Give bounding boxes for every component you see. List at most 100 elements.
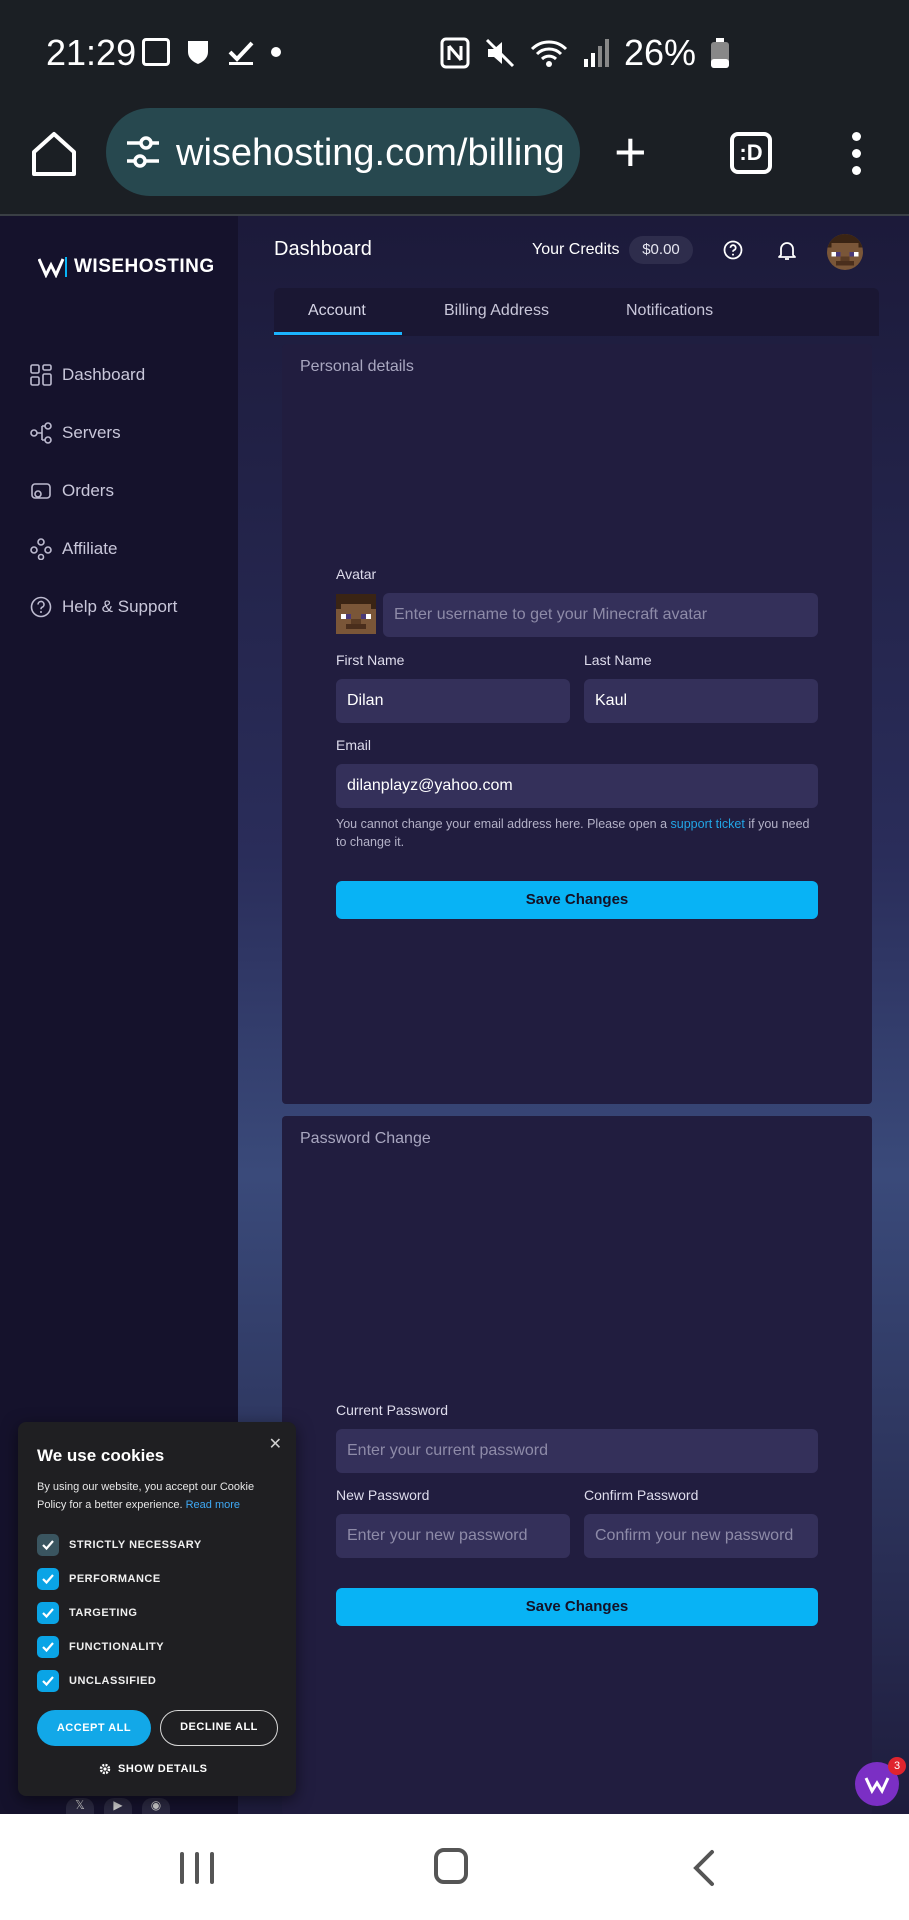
new-password-label: New Password: [336, 1487, 430, 1503]
mute-icon: [485, 38, 515, 68]
back-icon[interactable]: [690, 1848, 720, 1888]
status-bar: 21:29 26%: [0, 0, 909, 106]
recent-apps-button[interactable]: [180, 1852, 214, 1884]
browser-toolbar: wisehosting.com/billing + :D: [0, 106, 909, 216]
wisehosting-logo-icon: [38, 257, 67, 278]
signal-icon: [584, 39, 609, 67]
sidebar-item-dashboard[interactable]: Dashboard: [30, 364, 145, 386]
support-ticket-link[interactable]: support ticket: [671, 817, 745, 831]
tab-notifications[interactable]: Notifications: [626, 302, 713, 320]
dot-icon: [271, 47, 281, 57]
sidebar-item-label: Help & Support: [62, 597, 178, 616]
battery-icon: [711, 38, 730, 68]
social-links: 𝕏 ▶ ◉: [66, 1798, 170, 1814]
sidebar-item-help-support[interactable]: Help & Support: [30, 596, 177, 618]
new-password-input[interactable]: Enter your new password: [336, 1514, 570, 1558]
page-title: Dashboard: [274, 238, 372, 260]
save-personal-button[interactable]: Save Changes: [336, 881, 818, 919]
tab-account[interactable]: Account: [308, 302, 366, 320]
address-bar[interactable]: wisehosting.com/billing: [106, 108, 580, 196]
confirm-password-label: Confirm Password: [584, 1487, 699, 1503]
email-help-text: You cannot change your email address her…: [336, 815, 816, 851]
avatar-label: Avatar: [336, 566, 377, 582]
battery-percent: 26%: [624, 32, 697, 73]
first-name-input[interactable]: Dilan: [336, 679, 570, 723]
dashboard-icon: [30, 364, 52, 386]
minecraft-avatar-icon: [336, 594, 376, 634]
show-details-button[interactable]: SHOW DETAILS: [98, 1762, 208, 1776]
site-settings-icon[interactable]: [124, 134, 162, 170]
user-avatar[interactable]: [827, 234, 863, 270]
accept-all-button[interactable]: ACCEPT ALL: [37, 1710, 151, 1746]
sidebar-item-label: Affiliate: [62, 539, 118, 558]
home-button[interactable]: [434, 1848, 468, 1884]
orders-icon: [31, 483, 51, 499]
read-more-link[interactable]: Read more: [186, 1499, 240, 1511]
help-circle-icon[interactable]: [723, 240, 743, 260]
close-icon[interactable]: ✕: [269, 1434, 282, 1454]
cookie-option-performance[interactable]: PERFORMANCE: [37, 1568, 161, 1590]
wifi-icon: [530, 40, 568, 67]
checkbox-checked-icon[interactable]: [37, 1602, 59, 1624]
url-text: wisehosting.com/billing: [176, 132, 565, 174]
personal-details-card: Personal details Avatar Enter username t…: [282, 344, 872, 1104]
gear-icon: [99, 1763, 111, 1775]
minecraft-avatar-icon: [827, 234, 863, 270]
show-details-label: SHOW DETAILS: [118, 1763, 208, 1775]
cookie-option-strictly-necessary[interactable]: STRICTLY NECESSARY: [37, 1534, 202, 1556]
cookie-option-label: PERFORMANCE: [69, 1573, 161, 1585]
email-label: Email: [336, 737, 372, 753]
save-password-button[interactable]: Save Changes: [336, 1588, 818, 1626]
sidebar-item-label: Dashboard: [62, 365, 146, 384]
confirm-password-input[interactable]: Confirm your new password: [584, 1514, 818, 1558]
logo-text: WISEHOSTING: [74, 256, 215, 277]
decline-all-button[interactable]: DECLINE ALL: [160, 1710, 278, 1746]
last-name-input[interactable]: Kaul: [584, 679, 818, 723]
personal-details-title: Personal details: [300, 358, 414, 375]
sidebar-item-affiliate[interactable]: Affiliate: [30, 538, 117, 560]
wisehosting-logo[interactable]: WISEHOSTING: [38, 256, 215, 278]
sidebar-item-orders[interactable]: Orders: [30, 480, 114, 502]
status-time: 21:29: [46, 32, 137, 73]
email-help-text-start: You cannot change your email address her…: [336, 817, 668, 831]
notification-icons: [142, 38, 282, 66]
home-icon[interactable]: [28, 128, 80, 180]
sidebar-item-label: Servers: [62, 423, 121, 442]
last-name-label: Last Name: [584, 652, 652, 668]
credits-badge[interactable]: $0.00: [629, 236, 693, 264]
minecraft-username-input[interactable]: Enter username to get your Minecraft ava…: [383, 593, 818, 637]
bell-icon[interactable]: [776, 239, 798, 261]
youtube-icon[interactable]: ▶: [104, 1798, 132, 1814]
new-tab-button[interactable]: +: [614, 124, 647, 180]
nfc-icon: [440, 37, 470, 69]
cookie-option-label: STRICTLY NECESSARY: [69, 1539, 202, 1551]
cookie-description: By using our website, you accept our Coo…: [37, 1478, 277, 1514]
cookie-option-unclassified[interactable]: UNCLASSIFIED: [37, 1670, 156, 1692]
cookie-option-label: UNCLASSIFIED: [69, 1675, 157, 1687]
system-navigation-bar: [0, 1814, 909, 1920]
cookie-option-functionality[interactable]: FUNCTIONALITY: [37, 1636, 164, 1658]
chat-badge: 3: [888, 1757, 906, 1775]
cookie-option-label: FUNCTIONALITY: [69, 1641, 165, 1653]
checkbox-checked-icon[interactable]: [37, 1568, 59, 1590]
sidebar-item-label: Orders: [62, 481, 114, 500]
checkbox-checked-icon[interactable]: [37, 1636, 59, 1658]
current-password-label: Current Password: [336, 1402, 449, 1418]
cookie-option-targeting[interactable]: TARGETING: [37, 1602, 137, 1624]
email-input[interactable]: dilanplayz@yahoo.com: [336, 764, 818, 808]
current-password-input[interactable]: Enter your current password: [336, 1429, 818, 1473]
servers-icon: [30, 422, 52, 444]
sidebar-item-servers[interactable]: Servers: [30, 422, 121, 444]
first-name-label: First Name: [336, 652, 405, 668]
checkbox-checked-icon[interactable]: [37, 1534, 59, 1556]
discord-icon[interactable]: ◉: [142, 1798, 170, 1814]
browser-menu-button[interactable]: [846, 132, 866, 178]
tab-billing-address[interactable]: Billing Address: [444, 302, 549, 320]
checkbox-checked-icon[interactable]: [37, 1670, 59, 1692]
password-change-card: Password Change Current Password Enter y…: [282, 1116, 872, 1816]
cookie-title: We use cookies: [37, 1446, 165, 1465]
x-icon[interactable]: 𝕏: [66, 1798, 94, 1814]
tab-switcher-button[interactable]: :D: [730, 132, 772, 174]
help-icon: [30, 596, 52, 618]
checkmark-icon: [228, 41, 254, 65]
